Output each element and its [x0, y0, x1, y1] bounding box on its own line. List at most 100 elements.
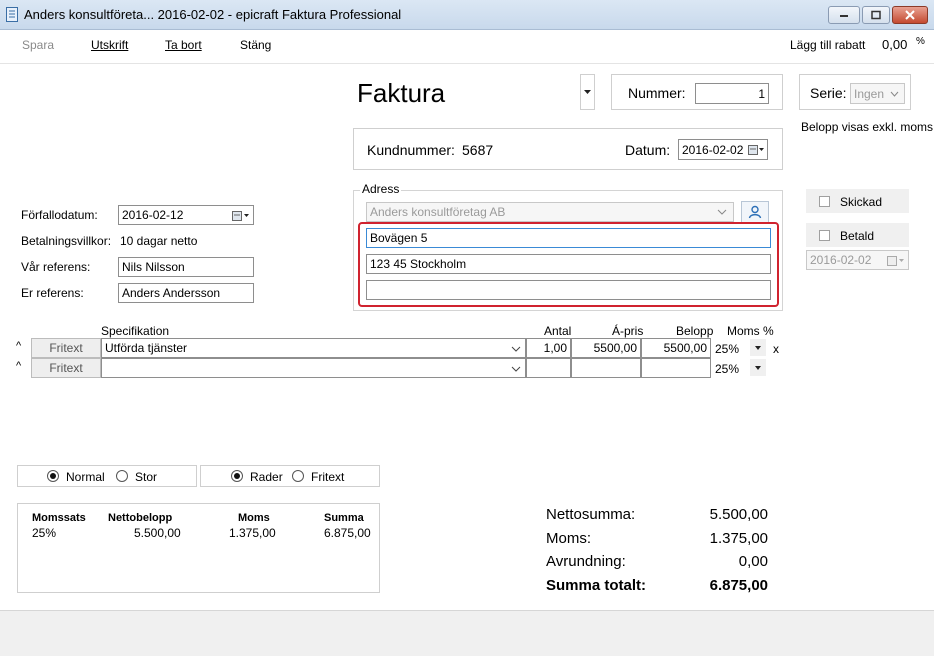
series-select[interactable]: Ingen — [850, 83, 905, 104]
chevron-down-icon — [755, 345, 761, 350]
move-row-up-button[interactable]: ^ — [16, 340, 21, 352]
series-panel: Serie: Ingen — [799, 74, 911, 110]
row-vat-value[interactable]: 25% — [715, 362, 739, 376]
rader-label: Rader — [250, 470, 283, 484]
toolbar: Spara Utskrift Ta bort Stäng Lägg till r… — [0, 30, 934, 64]
customer-panel: Kundnummer: 5687 Datum: 2016-02-02 — [353, 128, 783, 170]
row-specification-input[interactable] — [101, 358, 526, 378]
calendar-icon[interactable] — [748, 144, 764, 159]
col-header-amount: Belopp — [676, 324, 714, 338]
paid-date-picker[interactable]: 2016-02-02 — [806, 250, 909, 270]
add-discount-button[interactable]: Lägg till rabatt — [790, 38, 865, 52]
sent-checkbox-panel[interactable]: Skickad — [806, 189, 909, 213]
address-legend: Adress — [360, 182, 402, 196]
col-header-specification: Specifikation — [101, 324, 170, 338]
row-vat-dropdown[interactable] — [750, 339, 766, 356]
maximize-icon — [871, 10, 881, 20]
fritext-radio[interactable] — [292, 470, 304, 482]
amount-note: Belopp visas exkl. moms — [801, 120, 934, 134]
close-button[interactable] — [892, 6, 928, 24]
maximize-button[interactable] — [862, 6, 890, 24]
calendar-icon — [887, 255, 905, 269]
row-mode-option-group: Rader Fritext — [200, 465, 380, 487]
chevron-down-icon — [717, 209, 727, 215]
customer-number-value[interactable]: 5687 — [462, 142, 493, 158]
row-type-button[interactable]: Fritext — [31, 338, 101, 358]
row-unit-price-input[interactable]: 5500,00 — [571, 338, 641, 358]
grand-total-value: 6.875,00 — [709, 577, 768, 594]
number-panel: Nummer: 1 — [611, 74, 783, 110]
rader-radio[interactable] — [231, 470, 243, 482]
payment-terms-label: Betalningsvillkor: — [21, 234, 112, 248]
title-bar: Anders konsultföreta... 2016-02-02 - epi… — [0, 0, 934, 30]
due-date-picker[interactable]: 2016-02-12 — [118, 205, 254, 225]
net-amount-cell: 5.500,00 — [134, 526, 181, 540]
document-type-title: Faktura — [357, 78, 446, 108]
payment-terms-value[interactable]: 10 dagar netto — [120, 234, 197, 248]
col-header-quantity: Antal — [544, 324, 572, 338]
sum-cell: 6.875,00 — [324, 526, 371, 540]
size-option-group: Normal Stor — [17, 465, 197, 487]
our-reference-input[interactable]: Nils Nilsson — [118, 257, 254, 277]
minimize-icon — [840, 15, 848, 17]
calendar-icon[interactable] — [232, 210, 250, 224]
stor-label: Stor — [135, 470, 158, 484]
row-type-button[interactable]: Fritext — [31, 358, 101, 378]
close-icon — [905, 10, 915, 20]
minimize-button[interactable] — [828, 6, 860, 24]
net-total-label: Nettosumma: — [546, 506, 636, 523]
ta-bort-label: Ta bort — [165, 38, 202, 52]
grand-total-label: Summa totalt: — [546, 577, 647, 594]
vat-header: Moms — [238, 512, 270, 524]
row-amount-input[interactable] — [641, 358, 711, 378]
rounding-value: 0,00 — [738, 553, 768, 570]
utskrift-label: Utskrift — [91, 38, 129, 52]
move-row-up-button[interactable]: ^ — [16, 360, 21, 372]
address-line3-input[interactable] — [366, 280, 771, 300]
stor-radio[interactable] — [116, 470, 128, 482]
utskrift-button[interactable]: Utskrift — [91, 38, 128, 52]
person-icon — [748, 205, 762, 219]
row-unit-price-input[interactable] — [571, 358, 641, 378]
your-reference-input[interactable]: Anders Andersson — [118, 283, 254, 303]
due-date-label: Förfallodatum: — [21, 208, 98, 222]
vat-cell: 1.375,00 — [229, 526, 276, 540]
date-picker[interactable]: 2016-02-02 — [678, 139, 768, 160]
your-reference-label: Er referens: — [21, 286, 84, 300]
status-bar — [0, 610, 934, 656]
chevron-down-icon — [890, 91, 899, 97]
paid-checkbox-panel[interactable]: Betald — [806, 223, 909, 247]
discount-value[interactable]: 0,00 — [882, 37, 907, 52]
customer-number-label: Kundnummer: — [367, 142, 455, 158]
address-line1-input[interactable]: Bovägen 5 — [366, 228, 771, 248]
number-input[interactable]: 1 — [695, 83, 769, 104]
net-amount-header: Nettobelopp — [108, 512, 173, 524]
row-quantity-input[interactable] — [526, 358, 571, 378]
customer-name-select[interactable]: Anders konsultföretag AB — [366, 202, 734, 222]
vat-total-value: 1.375,00 — [709, 530, 768, 547]
normal-label: Normal — [66, 470, 105, 484]
stang-button[interactable]: Stäng — [240, 38, 271, 52]
row-quantity-input[interactable]: 1,00 — [526, 338, 571, 358]
customer-lookup-button[interactable] — [741, 201, 769, 223]
col-header-vat: Moms % — [727, 324, 774, 338]
paid-checkbox[interactable] — [819, 230, 830, 241]
customer-name-value: Anders konsultföretag AB — [370, 205, 506, 219]
row-vat-value[interactable]: 25% — [715, 342, 739, 356]
series-label: Serie: — [810, 85, 847, 101]
normal-radio[interactable] — [47, 470, 59, 482]
sent-checkbox[interactable] — [819, 196, 830, 207]
delete-row-button[interactable]: x — [773, 342, 779, 356]
row-amount-input[interactable]: 5500,00 — [641, 338, 711, 358]
address-line2-input[interactable]: 123 45 Stockholm — [366, 254, 771, 274]
document-type-dropdown[interactable] — [580, 74, 595, 110]
date-label: Datum: — [625, 142, 671, 158]
chevron-down-icon — [511, 346, 521, 352]
col-header-unit-price: Á-pris — [612, 324, 644, 338]
spara-button[interactable]: Spara — [22, 38, 54, 52]
row-vat-dropdown[interactable] — [750, 359, 766, 376]
ta-bort-button[interactable]: Ta bort — [165, 38, 202, 52]
window-title: Anders konsultföreta... 2016-02-02 - epi… — [24, 7, 402, 22]
row-specification-input[interactable]: Utförda tjänster — [101, 338, 526, 358]
row-specification-value: Utförda tjänster — [105, 341, 188, 355]
